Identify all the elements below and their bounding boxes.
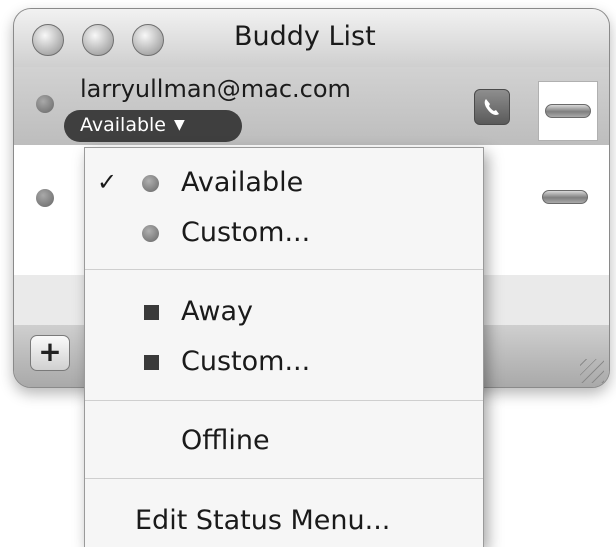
menu-item-custom-available[interactable]: Custom... bbox=[85, 212, 483, 254]
buddy-fish-icon bbox=[542, 190, 588, 204]
account-email: larryullman@mac.com bbox=[80, 75, 351, 103]
available-dot-icon bbox=[142, 225, 159, 242]
menu-separator bbox=[85, 400, 483, 401]
dropdown-arrow-icon: ▼ bbox=[174, 117, 185, 133]
available-dot-icon bbox=[142, 175, 159, 192]
menu-item-away[interactable]: Away bbox=[85, 291, 483, 333]
menu-item-custom-away[interactable]: Custom... bbox=[85, 341, 483, 383]
menu-item-label: Offline bbox=[181, 425, 270, 456]
menu-item-label: Away bbox=[181, 296, 253, 327]
minimize-window-button[interactable] bbox=[82, 24, 114, 56]
menu-separator bbox=[85, 269, 483, 270]
add-buddy-button[interactable]: + bbox=[30, 335, 70, 371]
phone-glyph-icon bbox=[484, 99, 499, 115]
buddy-status-dot-icon bbox=[36, 189, 54, 207]
fish-icon bbox=[545, 104, 591, 118]
resize-grip-icon[interactable] bbox=[580, 359, 604, 383]
title-bar: Buddy List bbox=[14, 9, 609, 67]
phone-icon[interactable] bbox=[474, 89, 510, 125]
menu-item-label: Available bbox=[181, 167, 304, 198]
account-status-dot-icon bbox=[36, 95, 54, 113]
checkmark-icon: ✓ bbox=[97, 168, 118, 196]
away-square-icon bbox=[144, 305, 159, 320]
menu-separator bbox=[85, 478, 483, 479]
menu-item-label: Edit Status Menu... bbox=[135, 505, 391, 536]
zoom-window-button[interactable] bbox=[132, 24, 164, 56]
menu-item-offline[interactable]: Offline bbox=[85, 420, 483, 462]
status-dropdown-button[interactable]: Available ▼ bbox=[64, 110, 242, 142]
menu-item-label: Custom... bbox=[181, 346, 311, 377]
menu-item-edit-status-menu[interactable]: Edit Status Menu... bbox=[85, 500, 483, 542]
window-title: Buddy List bbox=[234, 21, 376, 52]
close-window-button[interactable] bbox=[32, 24, 64, 56]
status-menu: ✓ Available Custom... Away Custom... Off… bbox=[84, 147, 484, 547]
menu-item-label: Custom... bbox=[181, 217, 311, 248]
away-square-icon bbox=[144, 355, 159, 370]
status-dropdown-label: Available bbox=[80, 114, 167, 136]
menu-item-available[interactable]: ✓ Available bbox=[85, 162, 483, 204]
my-buddy-picture[interactable] bbox=[538, 81, 598, 141]
